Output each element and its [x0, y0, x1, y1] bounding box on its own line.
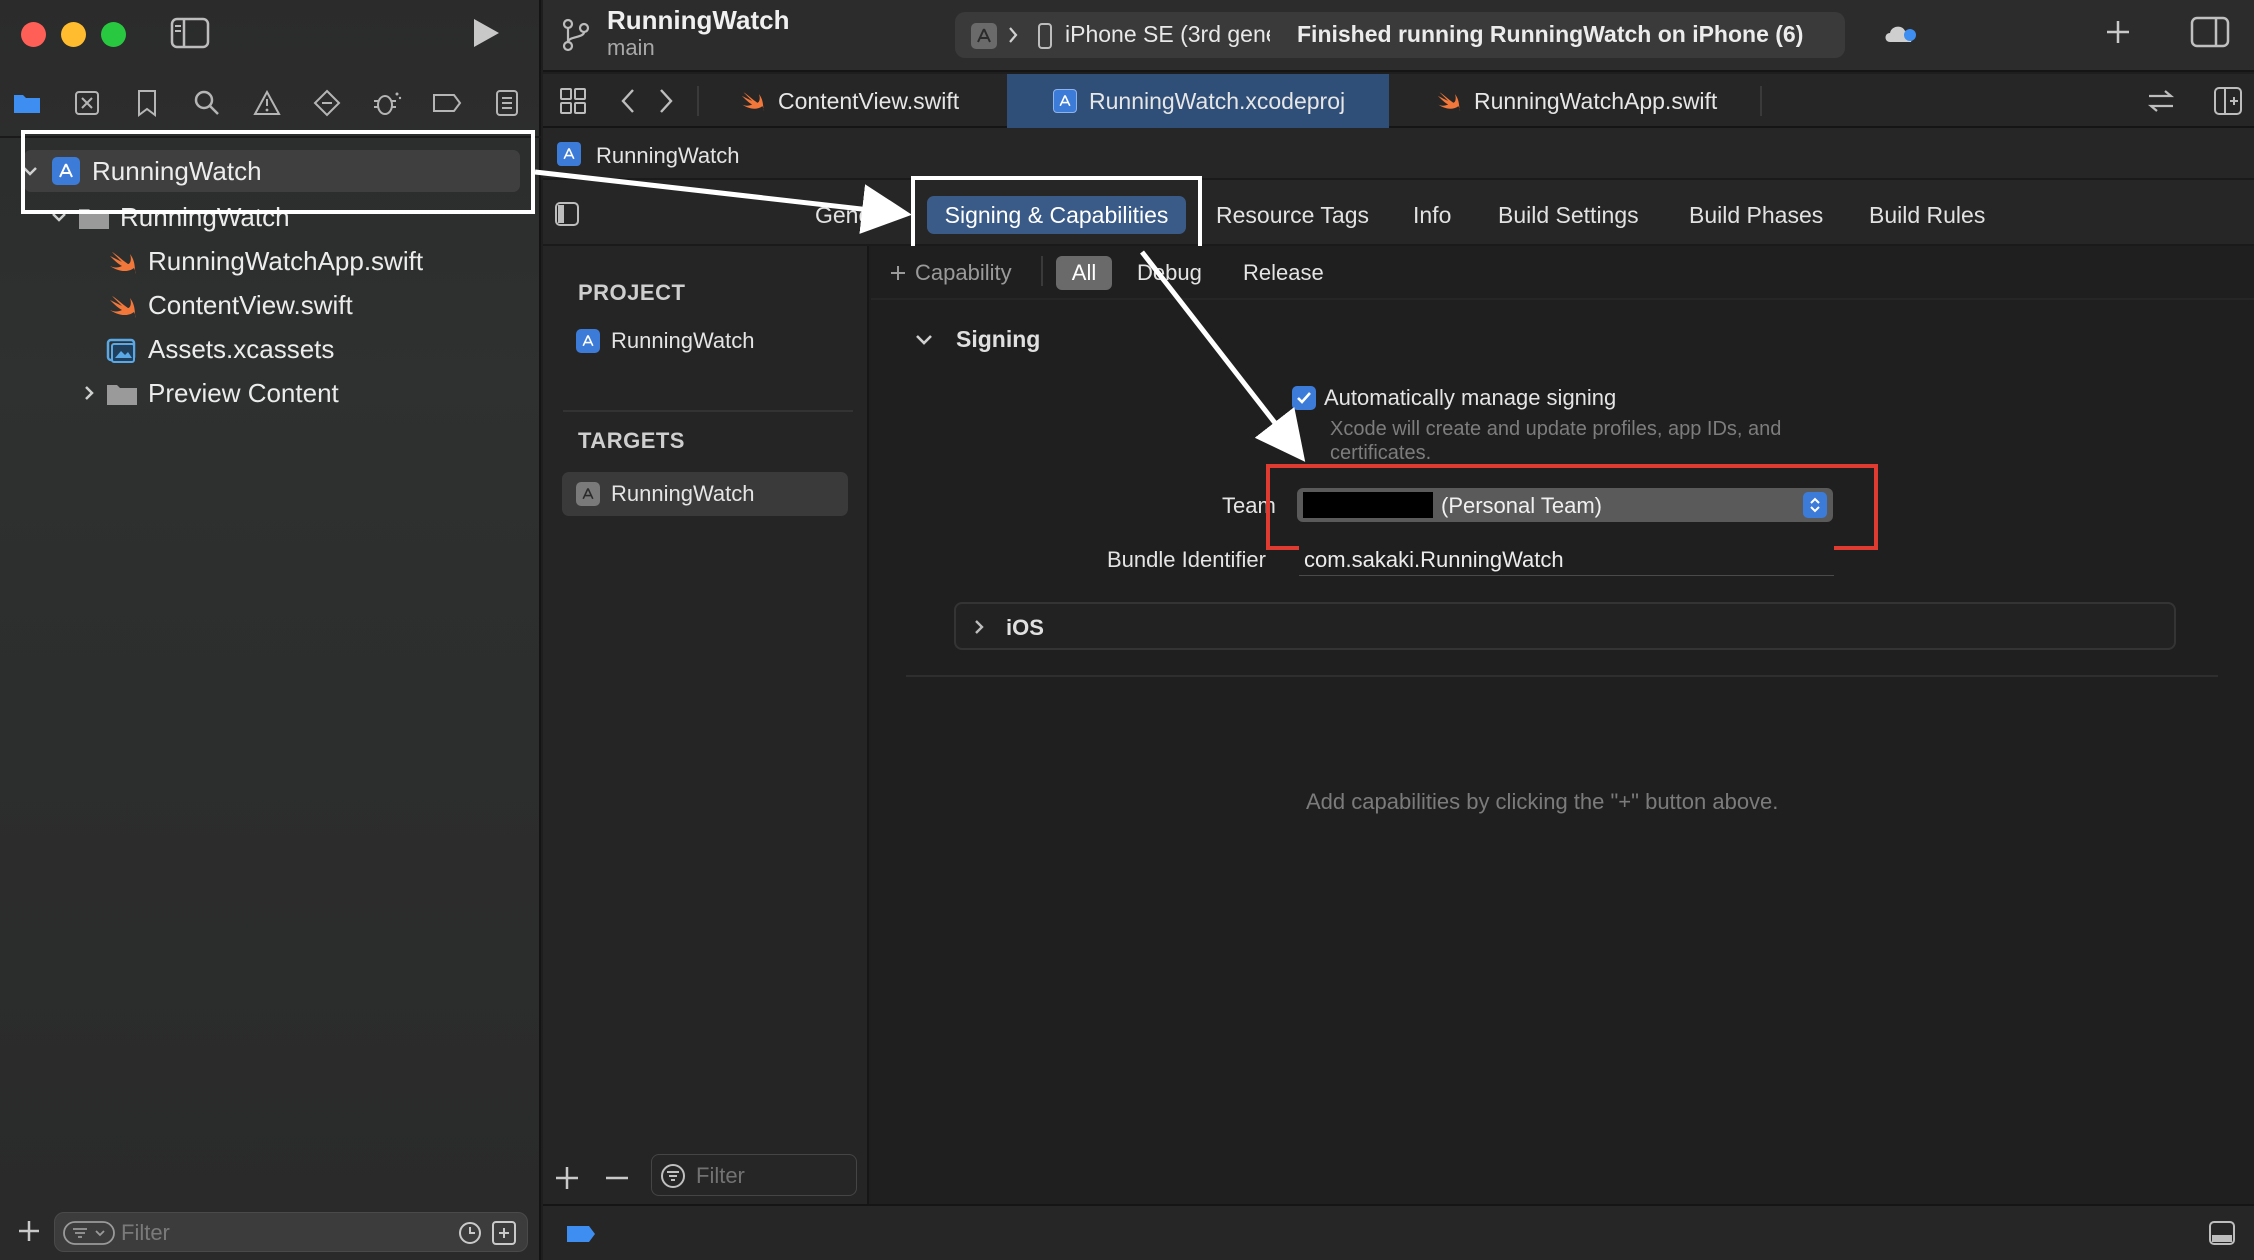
annotation-arrows: [534, 169, 1306, 462]
